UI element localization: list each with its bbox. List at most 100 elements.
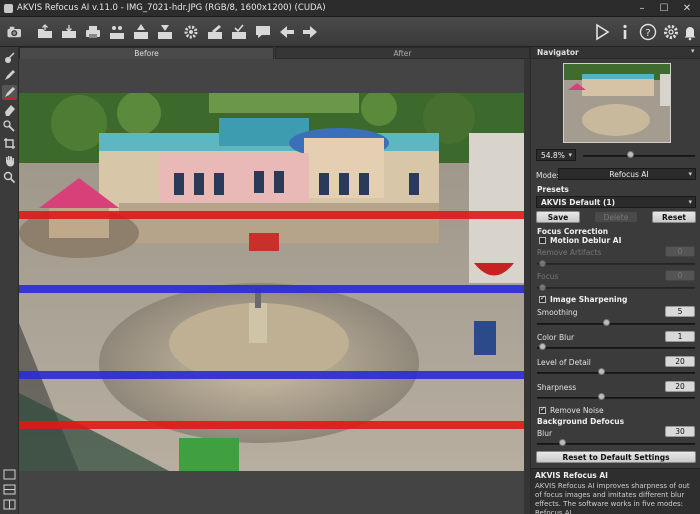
maximize-button[interactable]: ☐	[654, 2, 674, 15]
red-guide-line-top	[19, 211, 524, 219]
comment-icon[interactable]	[253, 22, 273, 42]
info-text: AKVIS Refocus AI improves sharpness of o…	[535, 482, 690, 514]
focus-slider[interactable]	[537, 287, 695, 289]
window-title: AKVIS Refocus AI v.11.0 - IMG_7021-hdr.J…	[17, 3, 326, 13]
apply-icon[interactable]	[229, 22, 249, 42]
zoom-slider-knob[interactable]	[627, 151, 634, 158]
undo-icon[interactable]	[277, 22, 297, 42]
presets-label: Presets	[537, 185, 569, 194]
color-blur-value[interactable]: 1	[665, 331, 695, 342]
crop-tool-icon[interactable]	[2, 136, 17, 151]
preset-dropdown[interactable]: AKVIS Default (1) ▾	[536, 196, 696, 208]
minimize-button[interactable]: –	[632, 2, 652, 15]
color-blur-slider[interactable]	[537, 347, 695, 349]
help-icon[interactable]: ?	[638, 22, 658, 42]
smoothing-knob[interactable]	[603, 319, 610, 326]
zoom-tool-icon[interactable]	[2, 170, 17, 185]
chevron-down-icon: ▾	[568, 151, 572, 159]
navigator-collapse-icon[interactable]: ▾	[691, 47, 695, 55]
level-of-detail-label: Level of Detail	[537, 358, 591, 367]
blue-guide-line-bottom	[19, 371, 524, 379]
remove-artifacts-knob[interactable]	[539, 260, 546, 267]
preferences-gear-icon[interactable]	[661, 22, 681, 42]
remove-artifacts-value[interactable]: 0	[665, 246, 695, 257]
mode-value: Refocus AI	[609, 170, 649, 179]
before-after-view-icon[interactable]	[2, 497, 17, 512]
view-tabs: Before After	[19, 47, 530, 59]
view-mode-buttons	[0, 466, 19, 514]
motion-deblur-checkbox[interactable]	[539, 237, 546, 244]
preset-value: AKVIS Default (1)	[541, 198, 616, 207]
tools-panel	[0, 47, 19, 514]
import-icon[interactable]	[131, 22, 151, 42]
delete-preset-button[interactable]: Delete	[594, 211, 638, 223]
smoothing-value[interactable]: 5	[665, 306, 695, 317]
blur-knob[interactable]	[559, 439, 566, 446]
open-file-icon[interactable]	[35, 22, 55, 42]
remove-artifacts-label: Remove Artifacts	[537, 248, 602, 257]
export-icon[interactable]	[155, 22, 175, 42]
mode-dropdown[interactable]: Refocus AI ▾	[558, 168, 696, 180]
zoom-slider[interactable]	[583, 155, 695, 157]
image-sharpening-label: Image Sharpening	[550, 295, 628, 304]
info-icon[interactable]	[615, 22, 635, 42]
clone-stamp-tool-icon[interactable]	[2, 119, 17, 134]
navigator-preview	[564, 64, 670, 142]
app-icon	[4, 4, 13, 13]
brush-tool-icon[interactable]	[2, 68, 17, 83]
chevron-down-icon: ▾	[688, 170, 692, 178]
reset-preset-button[interactable]: Reset	[652, 211, 696, 223]
save-preset-button[interactable]: Save	[536, 211, 580, 223]
remove-noise-checkbox[interactable]	[539, 405, 546, 414]
bell-icon[interactable]	[683, 22, 697, 42]
remove-noise-label: Remove Noise	[550, 406, 604, 415]
save-file-icon[interactable]	[59, 22, 79, 42]
title-bar: AKVIS Refocus AI v.11.0 - IMG_7021-hdr.J…	[0, 0, 700, 17]
sharpness-label: Sharpness	[537, 383, 577, 392]
focus-knob[interactable]	[539, 284, 546, 291]
settings-panel: Navigator ▾ 54.8% ▾ Mode: Refocus AI ▾ Pre…	[530, 47, 700, 514]
sharpness-value[interactable]: 20	[665, 381, 695, 392]
zoom-value: 54.8%	[541, 151, 565, 160]
split-view-icon[interactable]	[2, 482, 17, 497]
color-blur-label: Color Blur	[537, 333, 575, 342]
focus-area-tool-icon[interactable]	[2, 51, 17, 66]
tab-before[interactable]: Before	[19, 47, 274, 59]
eraser-tool-icon[interactable]	[2, 102, 17, 117]
info-title: AKVIS Refocus AI	[535, 471, 608, 480]
share-icon[interactable]	[107, 22, 127, 42]
single-view-icon[interactable]	[2, 467, 17, 482]
print-icon[interactable]	[83, 22, 103, 42]
zoom-dropdown[interactable]: 54.8% ▾	[536, 149, 576, 161]
image-canvas[interactable]	[19, 59, 530, 514]
chevron-down-icon: ▾	[688, 198, 692, 206]
redo-icon[interactable]	[300, 22, 320, 42]
level-of-detail-knob[interactable]	[598, 368, 605, 375]
motion-deblur-label: Motion Deblur AI	[550, 236, 622, 245]
sharpness-knob[interactable]	[598, 393, 605, 400]
info-panel: AKVIS Refocus AI AKVIS Refocus AI improv…	[531, 468, 700, 514]
sharpness-slider[interactable]	[537, 397, 695, 399]
reset-default-button[interactable]: Reset to Default Settings	[536, 451, 696, 463]
image-sharpening-checkbox[interactable]	[539, 294, 546, 303]
remove-artifacts-slider[interactable]	[537, 263, 695, 265]
level-of-detail-value[interactable]: 20	[665, 356, 695, 367]
hand-tool-icon[interactable]	[2, 153, 17, 168]
red-line-tool-icon[interactable]	[2, 85, 17, 100]
svg-text:?: ?	[645, 28, 650, 39]
toolbar: ?	[0, 17, 700, 47]
smoothing-slider[interactable]	[537, 323, 695, 325]
tab-after[interactable]: After	[275, 47, 530, 59]
camera-logo-icon	[3, 22, 27, 42]
color-blur-knob[interactable]	[539, 343, 546, 350]
focus-label: Focus	[537, 272, 559, 281]
run-play-icon[interactable]	[592, 22, 612, 42]
batch-gears-icon[interactable]	[181, 22, 201, 42]
focus-value[interactable]: 0	[665, 270, 695, 281]
blur-value[interactable]: 30	[665, 426, 695, 437]
navigator-title: Navigator	[537, 48, 579, 57]
navigator-thumbnail[interactable]	[563, 63, 671, 143]
close-button[interactable]: ✕	[677, 2, 697, 15]
level-of-detail-slider[interactable]	[537, 372, 695, 374]
edit-settings-icon[interactable]	[205, 22, 225, 42]
